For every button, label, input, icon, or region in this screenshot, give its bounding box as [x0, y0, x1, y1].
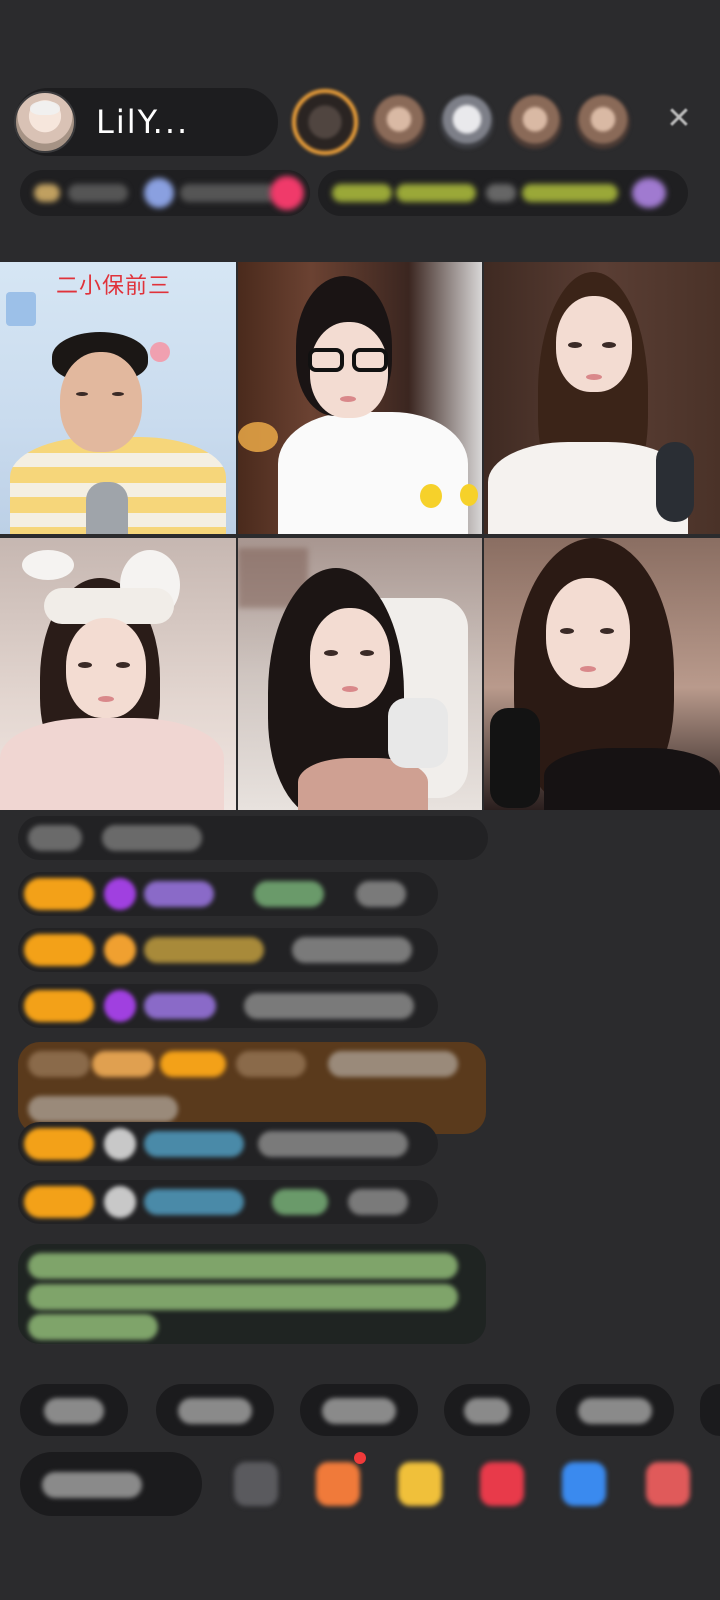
guest-seat-6[interactable] — [484, 538, 720, 810]
share-icon[interactable] — [562, 1462, 606, 1506]
chat-message[interactable] — [18, 816, 488, 860]
game-icon[interactable] — [398, 1462, 442, 1506]
room-announcement[interactable] — [18, 1244, 486, 1344]
more-icon[interactable] — [646, 1462, 690, 1506]
gift-icon[interactable] — [316, 1462, 360, 1506]
chat-message[interactable] — [18, 1180, 438, 1224]
chat-input-button[interactable] — [20, 1452, 202, 1516]
host-name: LilY... — [96, 103, 190, 141]
quick-reply-chip[interactable] — [556, 1384, 674, 1436]
heart-icon[interactable] — [480, 1462, 524, 1506]
host-info-pill[interactable]: LilY... — [14, 88, 278, 156]
system-notice[interactable] — [18, 1042, 486, 1134]
guest-seat-4[interactable] — [0, 538, 236, 810]
quick-reply-chip[interactable] — [700, 1384, 720, 1436]
viewer-avatar[interactable] — [372, 95, 426, 149]
chat-message[interactable] — [18, 928, 438, 972]
chat-list[interactable] — [0, 816, 720, 1376]
guest-seat-1[interactable]: 二小保前三 — [0, 262, 236, 534]
quick-reply-chip[interactable] — [444, 1384, 530, 1436]
quick-reply-chip[interactable] — [20, 1384, 128, 1436]
quick-reply-chip[interactable] — [300, 1384, 418, 1436]
viewer-avatar[interactable] — [508, 95, 562, 149]
room-info-strip[interactable] — [20, 170, 310, 216]
seat-caption: 二小保前三 — [56, 274, 172, 299]
guest-seat-2[interactable] — [238, 262, 482, 534]
chat-message[interactable] — [18, 984, 438, 1028]
viewer-avatar[interactable] — [576, 95, 630, 149]
room-rank-strip[interactable] — [318, 170, 688, 216]
chat-message[interactable] — [18, 872, 438, 916]
viewer-avatar[interactable] — [292, 89, 358, 155]
viewer-avatar[interactable] — [440, 95, 494, 149]
host-avatar[interactable] — [14, 91, 76, 153]
quick-reply-chip[interactable] — [156, 1384, 274, 1436]
notification-dot — [354, 1452, 366, 1464]
multi-guest-video-grid: 二小保前三 — [0, 262, 720, 810]
guest-seat-5[interactable] — [238, 538, 482, 810]
guest-seat-3[interactable] — [484, 262, 720, 534]
close-icon[interactable]: ✕ — [664, 104, 694, 134]
chat-message[interactable] — [18, 1122, 438, 1166]
emoji-icon[interactable] — [234, 1462, 278, 1506]
top-viewers-row — [292, 86, 630, 158]
